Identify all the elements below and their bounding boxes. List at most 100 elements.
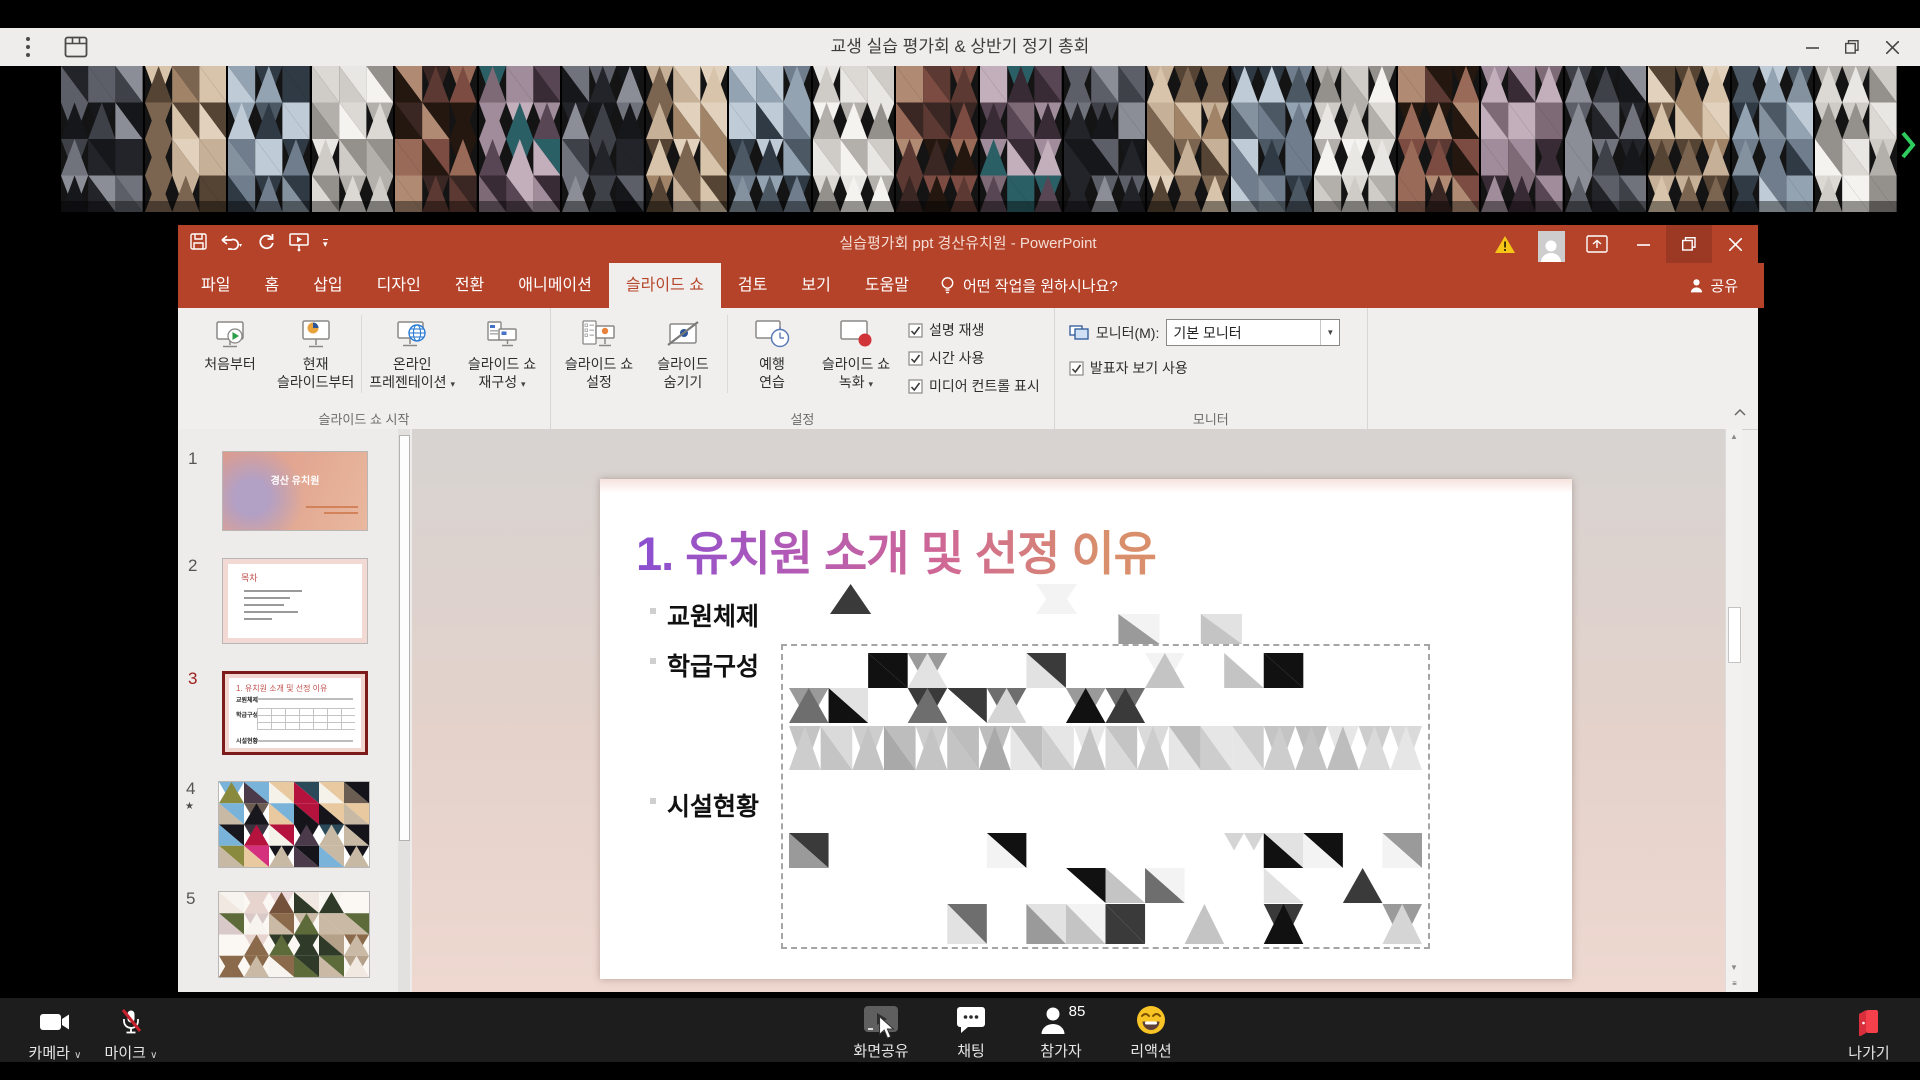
vertical-scrollbar[interactable]: ▲ ▼ ≡ bbox=[1725, 429, 1742, 992]
ppt-close-button[interactable] bbox=[1712, 225, 1758, 263]
participant-video-tile[interactable] bbox=[1732, 66, 1814, 212]
participant-video-tile[interactable] bbox=[1815, 66, 1897, 212]
filmstrip-next-icon[interactable] bbox=[1901, 130, 1916, 165]
record-slideshow-button[interactable]: 슬라이드 쇼 녹화 ▾ bbox=[814, 311, 898, 393]
slide-thumbnail-2[interactable]: 목차 bbox=[222, 558, 368, 644]
tab-animations[interactable]: 애니메이션 bbox=[501, 263, 609, 308]
share-button[interactable]: 공유 bbox=[1689, 263, 1738, 308]
powerpoint-window: ▾ 실습평가회 ppt 경산유치원 - PowerPoint bbox=[178, 225, 1758, 992]
participant-video-tile[interactable] bbox=[1314, 66, 1396, 212]
use-timings-checkbox[interactable]: 시간 사용 bbox=[908, 348, 1040, 368]
minimize-button[interactable] bbox=[1792, 28, 1832, 66]
mic-button-muted[interactable]: 마이크 ∨ bbox=[98, 1006, 164, 1063]
collapse-ribbon-icon[interactable] bbox=[1734, 403, 1746, 421]
participant-video-tile[interactable] bbox=[1064, 66, 1146, 212]
slide-title-text[interactable]: 1. 유치원 소개 및 선정 이유 bbox=[636, 515, 1156, 584]
participant-video-tile[interactable] bbox=[646, 66, 728, 212]
dropdown-arrow-icon: ▾ bbox=[869, 379, 874, 389]
participants-icon bbox=[1040, 1006, 1066, 1034]
ppt-restore-button[interactable] bbox=[1666, 225, 1712, 263]
slide-number: 1 bbox=[188, 449, 197, 469]
next-slide-icon[interactable]: ≡ bbox=[1726, 979, 1742, 988]
panel-scrollbar-thumb[interactable] bbox=[399, 435, 410, 841]
meeting-toolbar: 카메라 ∨ 마이크 ∨ 화면공유 채팅 bbox=[0, 998, 1920, 1062]
participant-video-tile[interactable] bbox=[813, 66, 895, 212]
ribbon-display-options-icon[interactable] bbox=[1574, 225, 1620, 263]
participants-count: 85 bbox=[1069, 1003, 1086, 1020]
participant-video-tile[interactable] bbox=[228, 66, 310, 212]
use-presenter-view-checkbox[interactable]: 발표자 보기 사용 bbox=[1069, 358, 1341, 378]
selected-table-placeholder[interactable] bbox=[781, 644, 1430, 949]
tab-transitions[interactable]: 전환 bbox=[438, 263, 501, 308]
participant-video-tile[interactable] bbox=[312, 66, 394, 212]
participant-video-tile[interactable] bbox=[562, 66, 644, 212]
ppt-minimize-button[interactable] bbox=[1620, 225, 1666, 263]
checkbox-checked-icon bbox=[1069, 361, 1084, 376]
chevron-down-icon: ∨ bbox=[74, 1050, 81, 1061]
bullet-teacher-system[interactable]: 교원체제 bbox=[667, 597, 759, 633]
checkbox-checked-icon bbox=[908, 379, 923, 394]
screen-share-button[interactable]: 화면공유 bbox=[848, 1004, 914, 1061]
tab-file[interactable]: 파일 bbox=[184, 263, 247, 308]
participant-video-tile[interactable] bbox=[1648, 66, 1730, 212]
tab-home[interactable]: 홈 bbox=[247, 263, 296, 308]
tab-slideshow[interactable]: 슬라이드 쇼 bbox=[609, 263, 721, 308]
hide-slide-button[interactable]: 슬라이드 숨기기 bbox=[641, 311, 725, 391]
account-avatar[interactable] bbox=[1528, 225, 1574, 263]
warning-icon[interactable] bbox=[1482, 225, 1528, 263]
current-slide[interactable]: 1. 유치원 소개 및 선정 이유 교원체제 학급구성 시설현황 bbox=[600, 479, 1572, 979]
restore-button[interactable] bbox=[1832, 28, 1872, 66]
slide-thumbnail-4[interactable] bbox=[218, 781, 370, 868]
checkbox-checked-icon bbox=[908, 351, 923, 366]
leave-door-icon bbox=[1856, 1006, 1882, 1038]
participant-video-tile[interactable] bbox=[1231, 66, 1313, 212]
setup-slideshow-button[interactable]: 슬라이드 쇼 설정 bbox=[557, 311, 641, 391]
scrollbar-thumb[interactable] bbox=[1728, 607, 1741, 663]
panel-scrollbar[interactable] bbox=[398, 429, 410, 992]
scroll-up-icon[interactable]: ▲ bbox=[1726, 432, 1742, 441]
participant-video-tile[interactable] bbox=[395, 66, 477, 212]
monitor-dropdown[interactable]: 기본 모니터 ▼ bbox=[1166, 319, 1340, 346]
tab-help[interactable]: 도움말 bbox=[848, 263, 926, 308]
slide-thumbnail-1[interactable]: 경산 유치원 bbox=[222, 451, 368, 531]
participant-video-tile[interactable] bbox=[1398, 66, 1480, 212]
bullet-class-composition[interactable]: 학급구성 bbox=[667, 647, 759, 683]
scroll-down-icon[interactable]: ▼ bbox=[1726, 963, 1742, 972]
blurred-content bbox=[789, 653, 1422, 723]
participant-video-tile[interactable] bbox=[1565, 66, 1647, 212]
slide-thumbnail-5[interactable] bbox=[218, 891, 370, 978]
participant-video-tile[interactable] bbox=[729, 66, 811, 212]
show-media-controls-checkbox[interactable]: 미디어 컨트롤 표시 bbox=[908, 376, 1040, 396]
from-beginning-button[interactable]: 처음부터 bbox=[188, 311, 272, 373]
reactions-button[interactable]: 리액션 bbox=[1118, 1004, 1184, 1061]
participants-button[interactable]: 85 참가자 bbox=[1028, 1004, 1094, 1061]
bullet-facility-status[interactable]: 시설현황 bbox=[667, 787, 759, 823]
person-icon bbox=[1689, 278, 1704, 293]
participant-video-tile[interactable] bbox=[1481, 66, 1563, 212]
slide-thumbnail-3-selected[interactable]: 1. 유치원 소개 및 선정 이유 교원체제 학급구성 시설현황 bbox=[222, 671, 368, 755]
participant-video-tile[interactable] bbox=[980, 66, 1062, 212]
participant-video-tile[interactable] bbox=[61, 66, 143, 212]
from-current-slide-button[interactable]: 현재 슬라이드부터 bbox=[272, 311, 359, 391]
camera-icon bbox=[39, 1006, 71, 1038]
tell-me-box[interactable]: 어떤 작업을 원하시나요? bbox=[940, 263, 1118, 308]
play-narrations-checkbox[interactable]: 설명 재생 bbox=[908, 320, 1040, 340]
leave-button[interactable]: 나가기 bbox=[1836, 1006, 1902, 1063]
tab-design[interactable]: 디자인 bbox=[360, 263, 438, 308]
chat-button[interactable]: 채팅 bbox=[938, 1004, 1004, 1061]
present-online-button[interactable]: 온라인 프레젠테이션 ▾ bbox=[364, 311, 460, 393]
camera-button[interactable]: 카메라 ∨ bbox=[22, 1006, 88, 1063]
tab-insert[interactable]: 삽입 bbox=[296, 263, 359, 308]
participant-video-tile[interactable] bbox=[145, 66, 227, 212]
custom-slideshow-button[interactable]: 슬라이드 쇼 재구성 ▾ bbox=[460, 311, 544, 393]
tab-review[interactable]: 검토 bbox=[721, 263, 784, 308]
participant-video-tile[interactable] bbox=[1147, 66, 1229, 212]
ppt-titlebar: ▾ 실습평가회 ppt 경산유치원 - PowerPoint bbox=[178, 225, 1758, 263]
participant-video-tile[interactable] bbox=[896, 66, 978, 212]
tab-view[interactable]: 보기 bbox=[784, 263, 847, 308]
participant-video-tile[interactable] bbox=[479, 66, 561, 212]
slide-number: 5 bbox=[186, 889, 195, 909]
close-button[interactable] bbox=[1872, 28, 1912, 66]
from-current-slide-icon bbox=[298, 315, 334, 355]
rehearse-timings-button[interactable]: 예행 연습 bbox=[730, 311, 814, 391]
